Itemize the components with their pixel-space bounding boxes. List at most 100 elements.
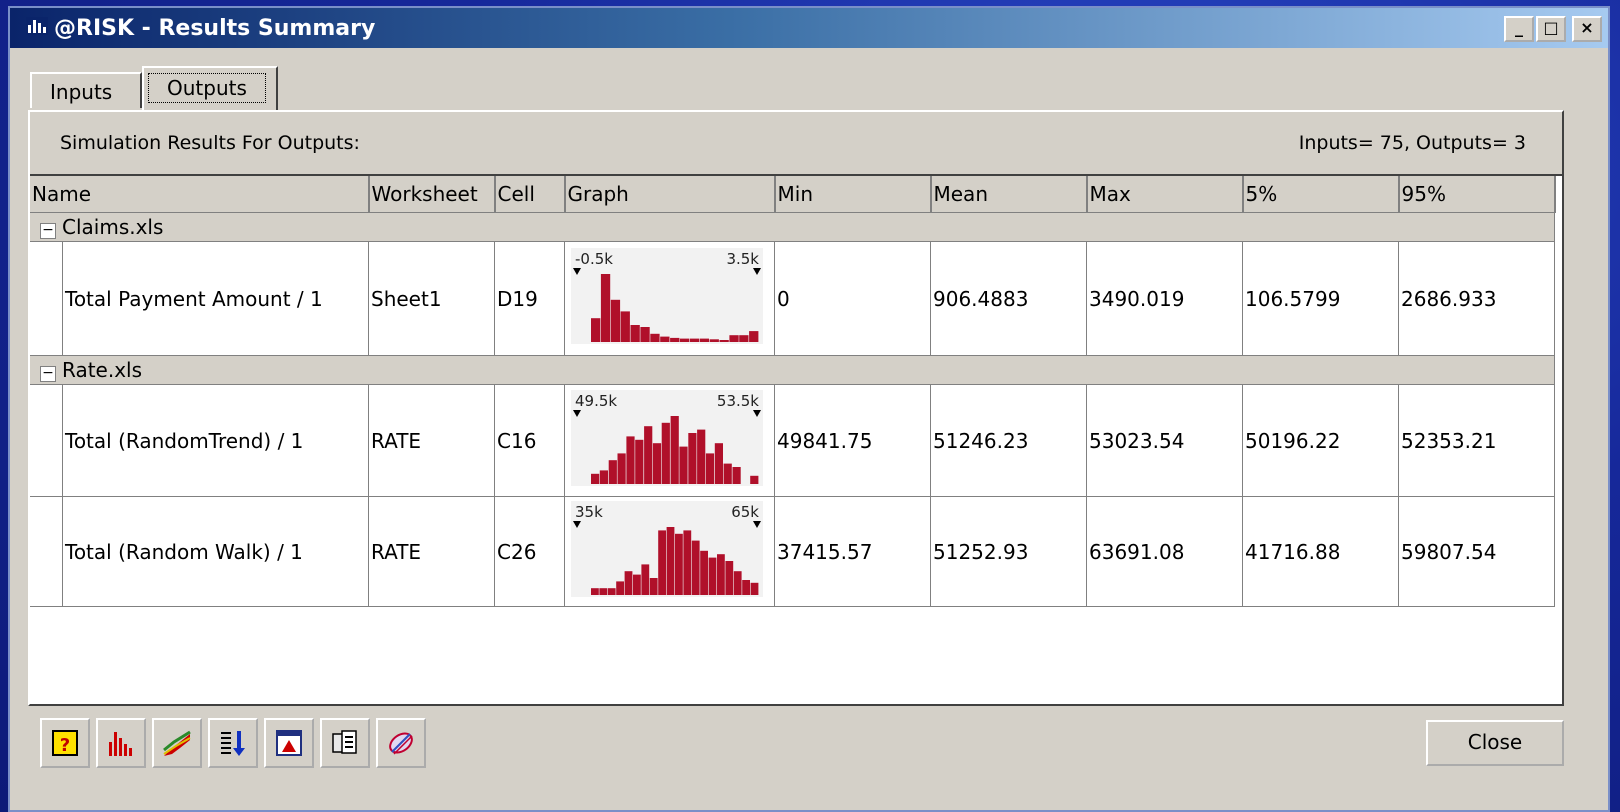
table-row[interactable]: Total Payment Amount / 1 Sheet1 D19 -0.5… <box>30 241 1555 356</box>
histogram-bar <box>658 530 666 595</box>
histogram-bar <box>608 460 617 484</box>
histogram-bar <box>739 335 749 342</box>
histogram-bar <box>620 311 630 342</box>
collapse-icon[interactable]: − <box>40 223 56 239</box>
histogram-bar <box>591 588 599 595</box>
col-header-p5[interactable]: 5% <box>1242 176 1400 213</box>
col-header-cell[interactable]: Cell <box>494 176 566 213</box>
col-header-p95[interactable]: 95% <box>1398 176 1556 213</box>
histogram-min-label: -0.5k <box>575 250 613 268</box>
histogram-bar <box>689 338 700 342</box>
histogram-bar <box>691 540 700 595</box>
histogram-bar <box>679 338 690 342</box>
copy-icon <box>332 730 357 754</box>
histogram-bar <box>749 331 759 342</box>
histogram-bar <box>729 335 739 342</box>
col-header-name[interactable]: Name <box>30 176 370 213</box>
output-p95: 2686.933 <box>1398 241 1555 356</box>
histogram-thumbnail[interactable]: -0.5k 3.5k <box>567 244 767 348</box>
row-gutter <box>30 241 63 356</box>
col-header-min[interactable]: Min <box>774 176 932 213</box>
histogram-bar <box>635 439 644 484</box>
tab-outputs[interactable]: Outputs <box>142 66 278 110</box>
output-cell: C26 <box>494 496 565 607</box>
graph-cell[interactable]: 49.5k 53.5k <box>564 384 775 497</box>
copy-button[interactable] <box>320 718 370 768</box>
histogram-bar <box>633 574 641 595</box>
histogram-bar <box>652 443 662 484</box>
histogram-bar <box>641 564 650 595</box>
histogram-max-label: 3.5k <box>726 250 759 268</box>
histogram-bar <box>708 557 717 595</box>
app-icon <box>26 17 48 35</box>
histogram-bar <box>610 299 621 342</box>
group-row-rate[interactable]: − Rate.xls <box>30 355 1555 385</box>
help-icon: ? <box>52 730 78 756</box>
histogram-bar <box>666 527 675 595</box>
output-cell: C16 <box>494 384 565 497</box>
help-button[interactable]: ? <box>40 718 90 768</box>
table-row[interactable]: Total (RandomTrend) / 1 RATE C16 49.5k 53… <box>30 384 1555 497</box>
col-header-worksheet[interactable]: Worksheet <box>368 176 496 213</box>
histogram-button[interactable] <box>96 718 146 768</box>
histogram-bar <box>725 561 734 595</box>
histogram-bar <box>670 416 679 484</box>
histogram-bar <box>650 333 660 342</box>
histogram-bar <box>679 446 688 484</box>
histogram-bar <box>688 433 697 484</box>
histogram-thumbnail[interactable]: 49.5k 53.5k <box>567 386 767 490</box>
histogram-bar <box>649 578 658 595</box>
title-bar[interactable]: @RISK - Results Summary _ □ × <box>10 8 1608 48</box>
output-p5: 50196.22 <box>1242 384 1399 497</box>
output-name: Total (Random Walk) / 1 <box>62 496 369 607</box>
tornado-button[interactable] <box>376 718 426 768</box>
histogram-bar <box>607 588 616 595</box>
collapse-icon[interactable]: − <box>40 366 56 382</box>
output-max: 53023.54 <box>1086 384 1243 497</box>
maximize-button[interactable]: □ <box>1536 16 1566 42</box>
histogram-bar <box>599 588 608 595</box>
histogram-bar <box>723 463 732 484</box>
histogram-bar <box>700 550 708 595</box>
cumulative-graph-button[interactable] <box>152 718 202 768</box>
group-row-claims[interactable]: − Claims.xls <box>30 212 1555 242</box>
results-summary-window: @RISK - Results Summary _ □ × Inputs Out… <box>8 6 1610 812</box>
summary-counts: Inputs= 75, Outputs= 3 <box>1298 132 1526 154</box>
graph-cell[interactable]: -0.5k 3.5k <box>564 241 775 356</box>
tab-outputs-label: Outputs <box>148 73 266 103</box>
histogram-bar <box>732 467 741 484</box>
col-header-max[interactable]: Max <box>1086 176 1244 213</box>
table-row[interactable]: Total (Random Walk) / 1 RATE C26 35k 65k … <box>30 496 1555 607</box>
svg-text:?: ? <box>60 735 70 756</box>
window-title: @RISK - Results Summary <box>54 16 376 41</box>
histogram-bar <box>599 470 608 484</box>
histogram-min-label: 49.5k <box>575 392 617 410</box>
histogram-bar <box>600 274 611 342</box>
histogram-bar <box>717 554 725 595</box>
histogram-bar <box>670 337 680 342</box>
cumulative-graph-icon <box>163 730 191 756</box>
histogram-bar <box>630 325 640 342</box>
histogram-thumbnail[interactable]: 35k 65k <box>567 497 767 601</box>
close-window-button[interactable]: × <box>1572 16 1602 42</box>
minimize-button[interactable]: _ <box>1504 16 1534 42</box>
output-name: Total Payment Amount / 1 <box>62 241 369 356</box>
col-header-mean[interactable]: Mean <box>930 176 1088 213</box>
group-file-name: Claims.xls <box>62 215 164 239</box>
histogram-bar <box>661 422 670 484</box>
histogram-bar <box>683 530 692 595</box>
output-mean: 51252.93 <box>930 496 1087 607</box>
tab-inputs[interactable]: Inputs <box>30 72 142 108</box>
close-button[interactable]: Close <box>1426 720 1564 766</box>
histogram-bar <box>660 336 670 342</box>
tab-inputs-label: Inputs <box>50 80 113 104</box>
output-worksheet: Sheet1 <box>368 241 495 356</box>
sort-button[interactable] <box>208 718 258 768</box>
histogram-bar <box>675 533 683 595</box>
output-max: 63691.08 <box>1086 496 1243 607</box>
histogram-bar <box>591 318 601 342</box>
report-button[interactable] <box>264 718 314 768</box>
graph-cell[interactable]: 35k 65k <box>564 496 775 607</box>
col-header-graph[interactable]: Graph <box>564 176 776 213</box>
row-gutter <box>30 384 63 497</box>
